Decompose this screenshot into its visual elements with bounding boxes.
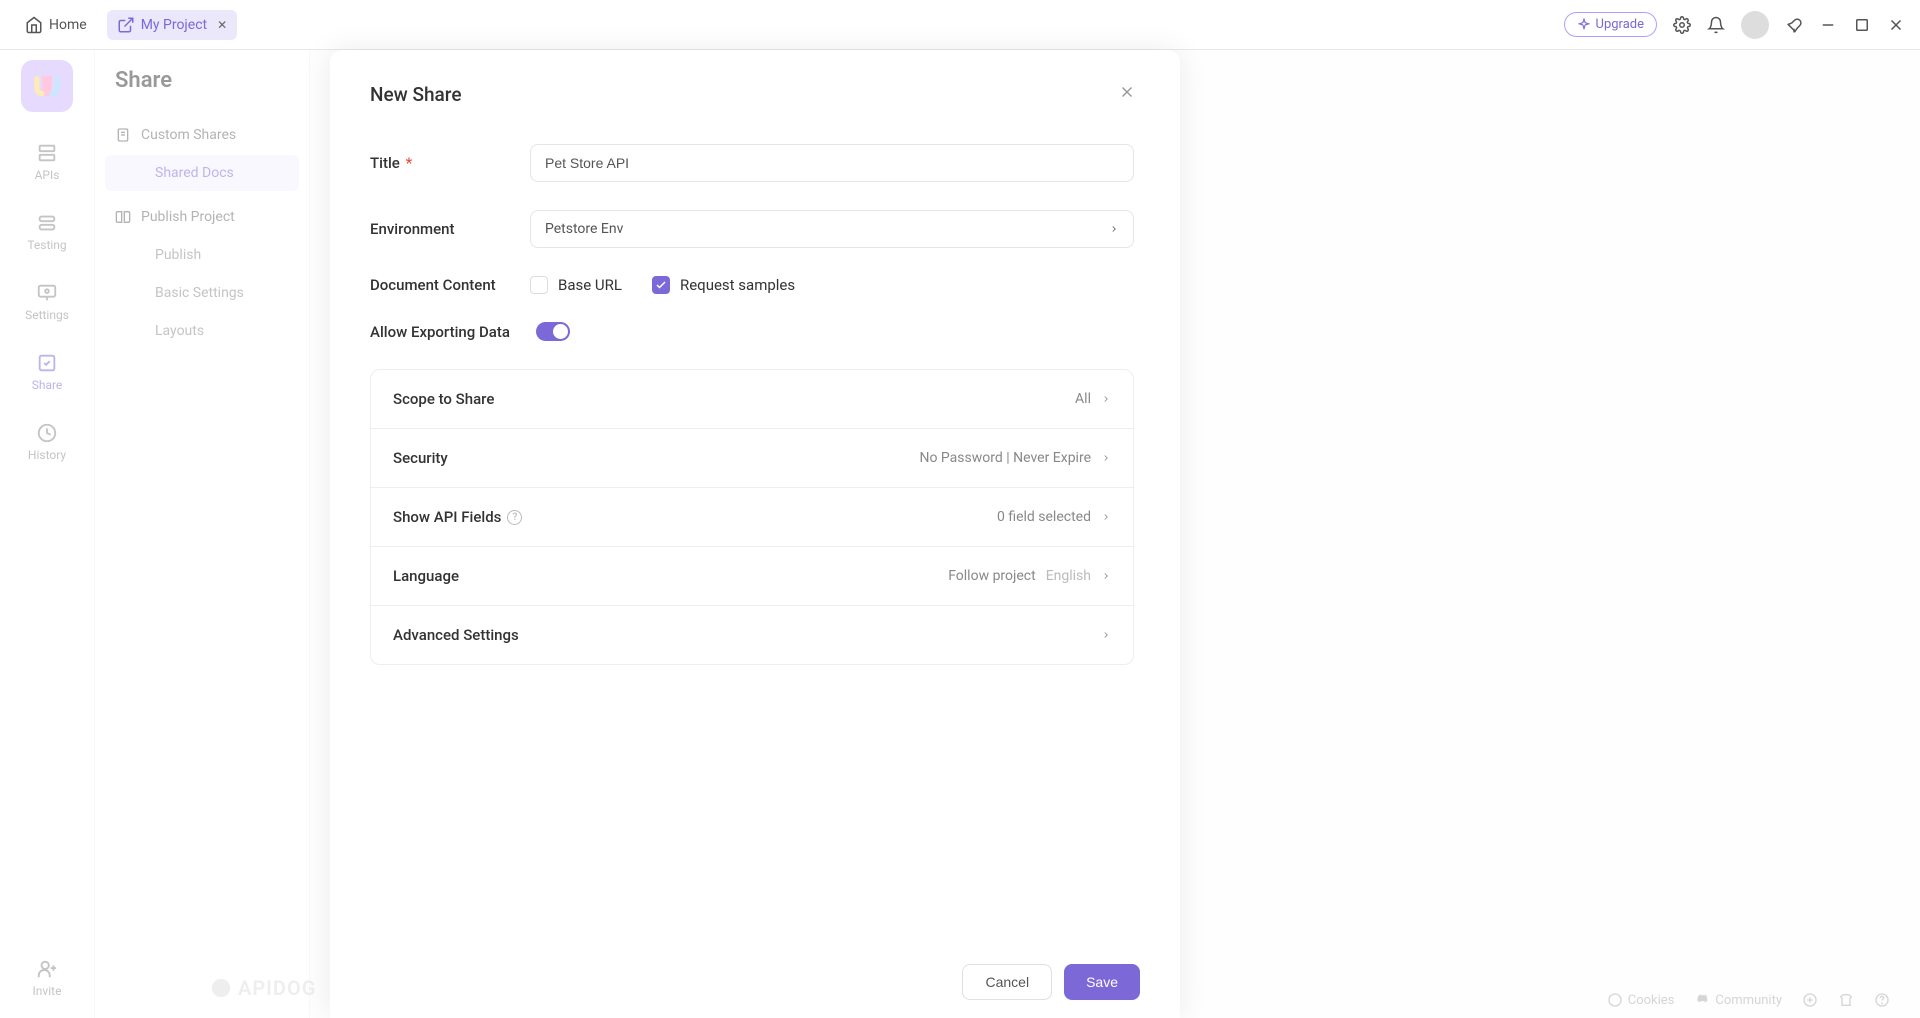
save-button[interactable]: Save: [1064, 964, 1140, 1000]
modal-title: New Share: [370, 83, 462, 106]
chevron-right-icon: [1101, 453, 1111, 463]
base-url-checkbox[interactable]: Base URL: [530, 276, 622, 294]
window-minimize-icon[interactable]: [1819, 16, 1837, 34]
tab-label: My Project: [141, 17, 207, 33]
cancel-button[interactable]: Cancel: [962, 964, 1052, 1000]
chevron-right-icon: [1101, 394, 1111, 404]
window-maximize-icon[interactable]: [1853, 16, 1871, 34]
setting-language[interactable]: Language Follow project English: [371, 547, 1133, 606]
chevron-right-icon: [1101, 512, 1111, 522]
request-samples-checkbox[interactable]: Request samples: [652, 276, 795, 294]
checkbox-icon: [530, 276, 548, 294]
chevron-right-icon: [1109, 224, 1119, 234]
home-icon: [25, 16, 43, 34]
new-share-modal: New Share Title * Environment Petstore E…: [330, 50, 1180, 1018]
modal-close-button[interactable]: [1114, 78, 1140, 110]
help-icon: ?: [507, 510, 522, 525]
title-input[interactable]: [530, 144, 1134, 182]
setting-security[interactable]: Security No Password | Never Expire: [371, 429, 1133, 488]
chevron-right-icon: [1101, 630, 1111, 640]
tab-my-project[interactable]: My Project ✕: [107, 10, 238, 40]
chevron-right-icon: [1101, 571, 1111, 581]
document-content-label: Document Content: [370, 276, 510, 294]
close-icon[interactable]: ✕: [217, 18, 227, 32]
allow-export-label: Allow Exporting Data: [370, 323, 510, 341]
setting-advanced[interactable]: Advanced Settings: [371, 606, 1133, 664]
window-close-icon[interactable]: [1887, 16, 1905, 34]
bell-icon[interactable]: [1707, 16, 1725, 34]
sparkle-icon: [1577, 18, 1591, 32]
allow-export-toggle[interactable]: [536, 322, 570, 341]
external-link-icon: [117, 16, 135, 34]
pin-icon[interactable]: [1785, 16, 1803, 34]
checkbox-checked-icon: [652, 276, 670, 294]
avatar[interactable]: [1741, 11, 1769, 39]
setting-scope[interactable]: Scope to Share All: [371, 370, 1133, 429]
setting-api-fields[interactable]: Show API Fields ? 0 field selected: [371, 488, 1133, 547]
environment-label: Environment: [370, 220, 510, 238]
upgrade-button[interactable]: Upgrade: [1564, 12, 1657, 37]
title-label: Title *: [370, 154, 510, 172]
tab-home[interactable]: Home: [15, 10, 97, 40]
settings-gear-icon[interactable]: [1673, 16, 1691, 34]
environment-select[interactable]: Petstore Env: [530, 210, 1134, 248]
tab-home-label: Home: [49, 17, 87, 33]
close-icon: [1118, 83, 1136, 101]
